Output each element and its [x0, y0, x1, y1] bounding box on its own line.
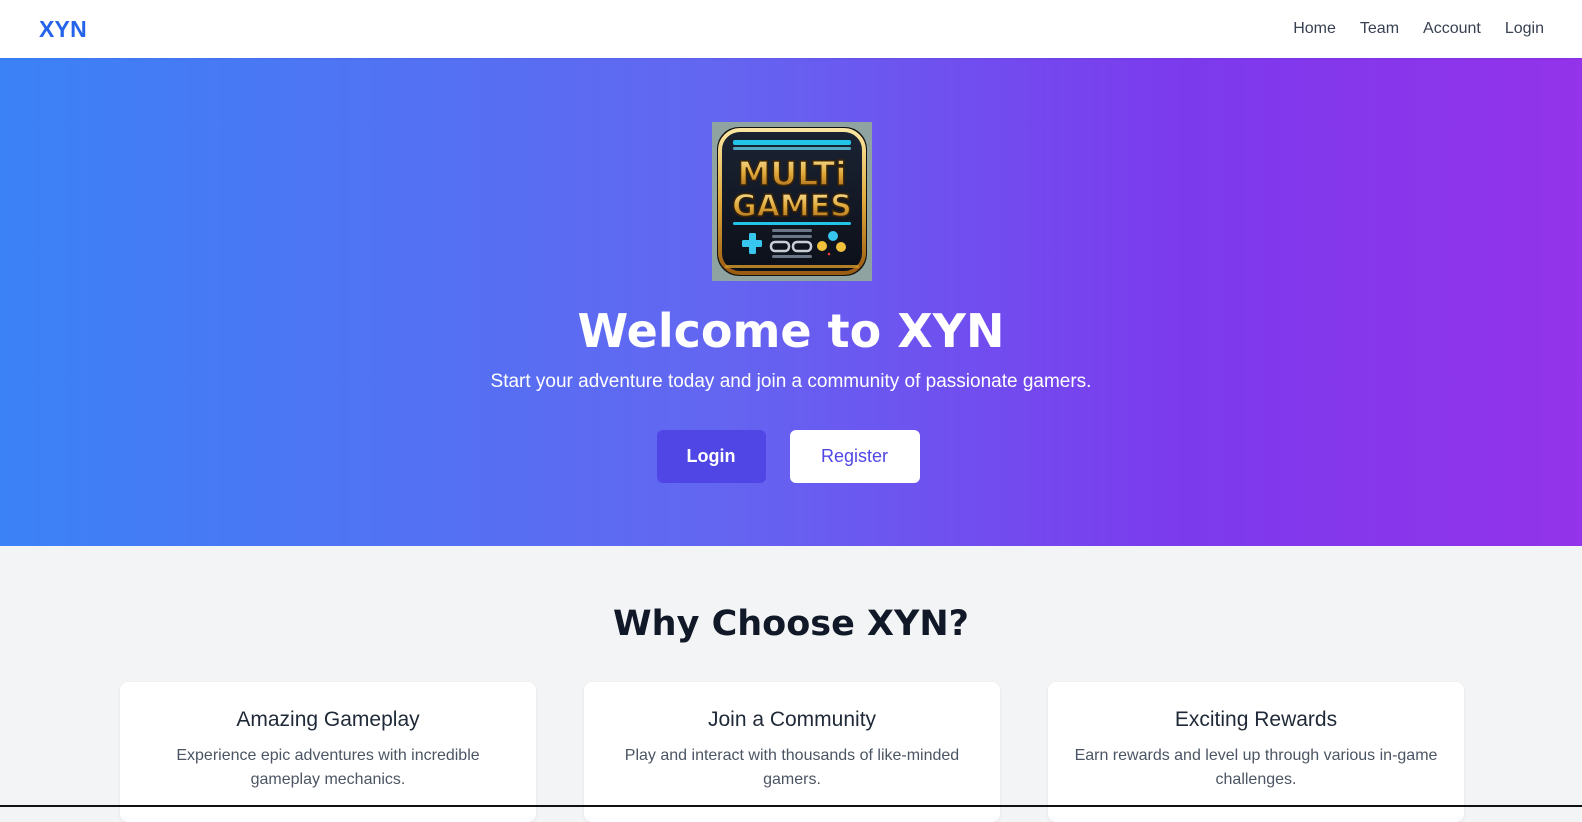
- nav-link-account[interactable]: Account: [1423, 20, 1481, 38]
- feature-card-rewards: Exciting Rewards Earn rewards and level …: [1048, 682, 1464, 822]
- features-title: Why Choose XYN?: [613, 604, 969, 644]
- hero-buttons: Login Register: [0, 430, 1582, 483]
- feature-card-title: Amazing Gameplay: [236, 708, 420, 731]
- feature-card-text: Earn rewards and level up through variou…: [1074, 747, 1438, 788]
- feature-card-text: Experience epic adventures with incredib…: [176, 747, 480, 788]
- feature-card-title: Join a Community: [707, 708, 877, 731]
- nav-links: Home Team Account Login: [1293, 20, 1544, 38]
- features-section: Why Choose XYN? Amazing Gameplay Experie…: [0, 546, 1582, 822]
- logo-line-games: GAMES: [732, 189, 852, 224]
- hero-title: Welcome to XYN: [577, 304, 1005, 358]
- top-navbar: XYN Home Team Account Login: [0, 0, 1582, 58]
- register-button[interactable]: Register: [789, 430, 920, 483]
- hero-section: MULTi GAMES Welcome to XYN Start your ad…: [0, 58, 1582, 546]
- brand-logo[interactable]: XYN: [39, 16, 87, 43]
- multi-games-logo: MULTi GAMES: [712, 122, 872, 281]
- feature-card-title: Exciting Rewards: [1174, 708, 1338, 731]
- feature-card-text: Play and interact with thousands of like…: [624, 747, 960, 788]
- feature-card-gameplay: Amazing Gameplay Experience epic adventu…: [120, 682, 536, 822]
- feature-card-community: Join a Community Play and interact with …: [584, 682, 1000, 822]
- hero-subtitle: Start your adventure today and join a co…: [490, 371, 1092, 392]
- nav-link-login[interactable]: Login: [1505, 20, 1544, 38]
- nav-link-team[interactable]: Team: [1360, 20, 1399, 38]
- nav-link-home[interactable]: Home: [1293, 20, 1336, 38]
- login-button[interactable]: Login: [656, 430, 766, 483]
- logo-line-multi: MULTi: [737, 154, 846, 193]
